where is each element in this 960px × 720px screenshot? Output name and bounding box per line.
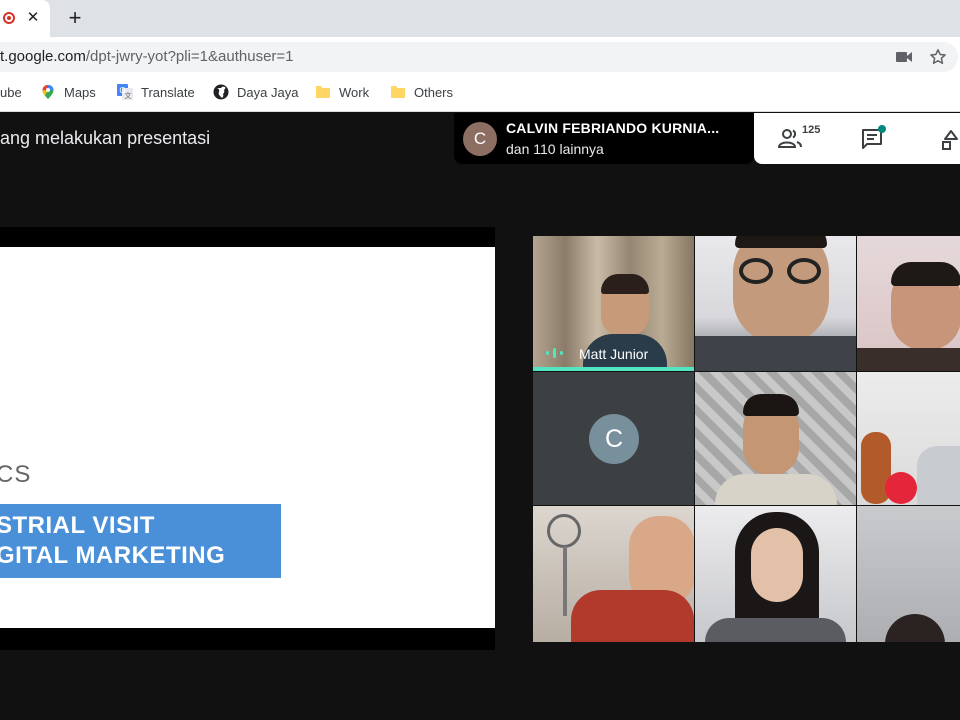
- bookmark-youtube[interactable]: ube: [0, 76, 22, 108]
- bookmark-label: Others: [414, 84, 454, 100]
- participant-body: [571, 590, 694, 642]
- participant-body: [917, 446, 960, 505]
- bookmark-label: Daya Jaya: [237, 84, 299, 100]
- participant-tile[interactable]: [695, 236, 856, 371]
- bookmark-work[interactable]: Work: [315, 76, 369, 108]
- slide-subtitle: CS: [0, 461, 32, 488]
- avatar: C: [463, 122, 497, 156]
- audio-level-icon: [546, 348, 563, 358]
- svg-text:文: 文: [125, 91, 132, 100]
- bookmark-label: Maps: [64, 84, 96, 100]
- participant-body: [695, 336, 856, 371]
- bookmark-label: Translate: [141, 84, 195, 100]
- translate-icon: G 文: [117, 84, 133, 100]
- participant-tile[interactable]: [695, 372, 856, 505]
- bookmark-label: Work: [339, 84, 370, 100]
- speaking-indicator: [533, 367, 694, 371]
- participant-tile[interactable]: [857, 506, 960, 642]
- participant-face: [751, 528, 803, 602]
- unread-dot: [878, 125, 886, 133]
- participant-face: [733, 236, 829, 344]
- bookmarks-bar: ube Maps G 文 Translate Daya Jaya Work Ot…: [0, 76, 960, 112]
- recording-icon: [3, 12, 15, 24]
- new-tab-button[interactable]: +: [64, 5, 86, 31]
- bookmark-maps[interactable]: Maps: [40, 76, 96, 108]
- participant-name: Matt Junior: [579, 346, 649, 362]
- participant-hair: [601, 274, 649, 294]
- glasses-icon: [787, 258, 821, 284]
- slide-title-line-2: GITAL MARKETING: [0, 542, 226, 569]
- bookmark-translate[interactable]: G 文 Translate: [117, 76, 195, 108]
- fan-stand: [563, 546, 567, 616]
- bookmark-label: ube: [0, 84, 22, 100]
- participant-hair: [891, 262, 960, 286]
- participant-tile[interactable]: Matt Junior: [533, 236, 694, 371]
- slide-title-banner: STRIAL VISIT GITAL MARKETING: [0, 504, 281, 578]
- participant-body: [857, 348, 960, 371]
- meeting-details-panel: 125: [754, 113, 960, 164]
- glasses-icon: [739, 258, 773, 284]
- presenting-label: ang melakukan presentasi: [0, 128, 211, 148]
- globe-icon: [213, 84, 229, 100]
- bookmark-others[interactable]: Others: [390, 76, 453, 108]
- active-tab[interactable]: ✕: [0, 0, 50, 37]
- address-bar[interactable]: t.google.com/dpt-jwry-yot?pli=1&authuser…: [0, 42, 958, 72]
- participant-body: [705, 618, 846, 642]
- activities-icon[interactable]: [940, 129, 960, 151]
- participant-tile[interactable]: [857, 372, 960, 505]
- browser-toolbar: t.google.com/dpt-jwry-yot?pli=1&authuser…: [0, 37, 960, 76]
- bookmark-daya-jaya[interactable]: Daya Jaya: [213, 76, 298, 108]
- close-tab-icon[interactable]: ✕: [25, 8, 41, 28]
- presentation-slide: CS STRIAL VISIT GITAL MARKETING: [0, 247, 495, 628]
- participant-tile[interactable]: [695, 506, 856, 642]
- folder-icon: [316, 86, 330, 98]
- presenter-subtitle: dan 110 lainnya: [506, 141, 604, 157]
- fan-icon: [547, 514, 581, 548]
- participant-hair: [885, 614, 945, 642]
- people-icon[interactable]: [778, 127, 804, 149]
- participant-hair: [735, 236, 827, 248]
- bookmark-star-icon[interactable]: [929, 48, 947, 66]
- presenter-name: CALVIN FEBRIANDO KURNIA...: [506, 120, 720, 136]
- participant-tile[interactable]: [533, 506, 694, 642]
- camera-permission-icon[interactable]: [896, 51, 912, 63]
- url-text: t.google.com/dpt-jwry-yot?pli=1&authuser…: [0, 48, 294, 65]
- participant-tile[interactable]: C: [533, 372, 694, 505]
- avatar: C: [589, 414, 639, 464]
- people-count: 125: [802, 124, 821, 136]
- participant-tile[interactable]: [857, 236, 960, 371]
- folder-icon: [391, 86, 405, 98]
- ball-icon: [885, 472, 917, 504]
- participant-hair: [743, 394, 799, 416]
- presenter-card[interactable]: C CALVIN FEBRIANDO KURNIA... dan 110 lai…: [454, 113, 754, 164]
- tab-strip: ✕ +: [0, 0, 960, 37]
- participant-body: [715, 474, 837, 505]
- slide-title-line-1: STRIAL VISIT: [0, 512, 155, 539]
- maps-pin-icon: [42, 85, 54, 99]
